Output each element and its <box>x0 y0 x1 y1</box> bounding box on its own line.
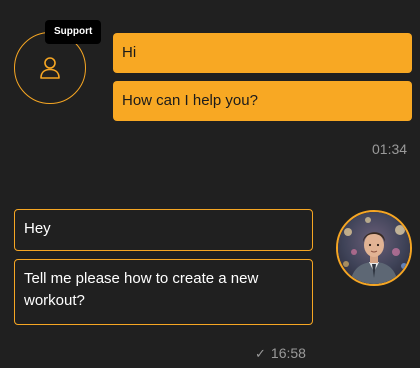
message-text: How can I help you? <box>122 92 258 109</box>
message-text: Hey <box>24 220 51 237</box>
support-message: Hi <box>113 33 412 73</box>
support-badge: Support <box>45 20 102 44</box>
user-photo <box>338 212 410 284</box>
check-icon: ✓ <box>255 346 266 361</box>
user-message: Hey <box>14 209 313 251</box>
chat-thread: Support Hi How can I help you? 01:34 Hey… <box>0 0 420 368</box>
user-message: Tell me please how to create a new worko… <box>14 259 313 325</box>
support-message: How can I help you? <box>113 81 412 121</box>
user-avatar <box>336 210 412 286</box>
message-text: Hi <box>122 44 137 61</box>
user-timestamp: ✓ 16:58 <box>255 345 306 362</box>
user-icon <box>40 57 60 79</box>
message-text: Tell me please how to create a new worko… <box>24 270 259 309</box>
support-timestamp: 01:34 <box>372 141 408 157</box>
timestamp-text: 16:58 <box>270 345 306 361</box>
